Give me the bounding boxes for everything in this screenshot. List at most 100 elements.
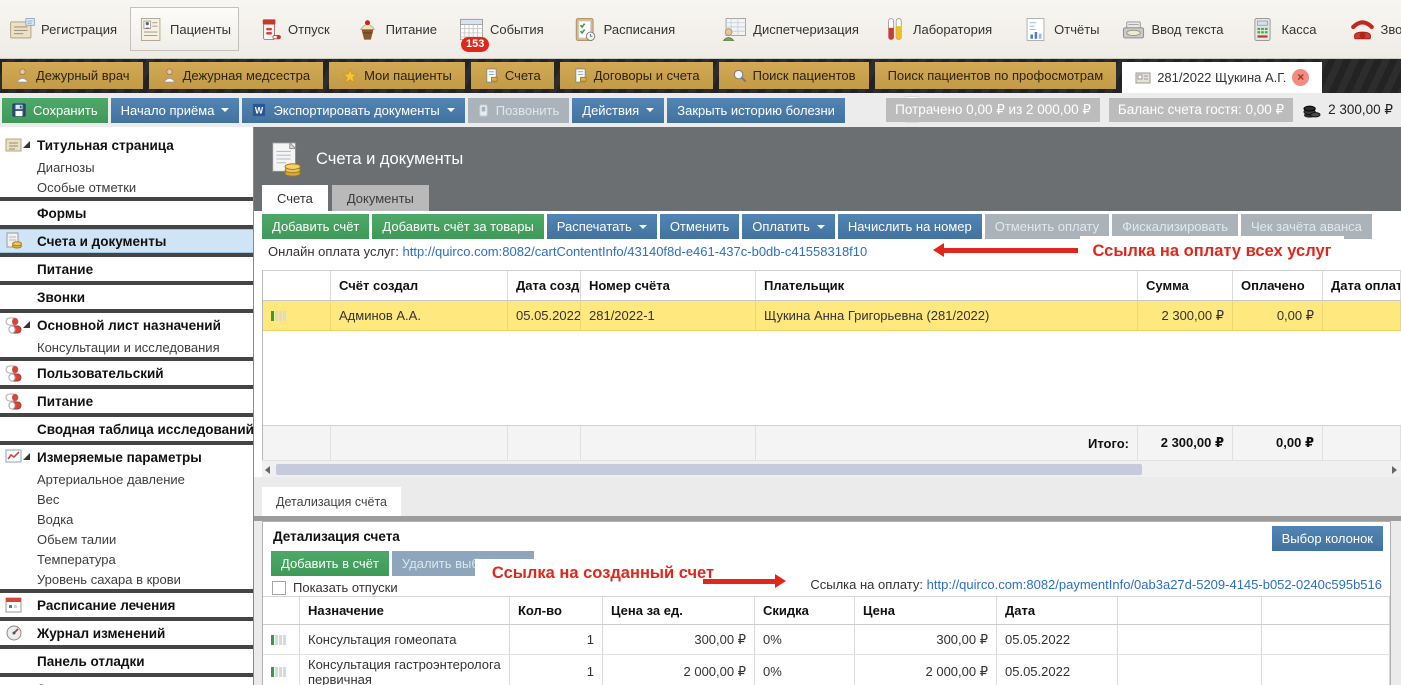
scroll-right-icon[interactable] xyxy=(1392,466,1397,474)
topbar-item-registration[interactable]: Регистрация xyxy=(2,7,124,51)
column-header-date[interactable]: Дата xyxy=(997,597,1118,624)
topbar-item-laboratory[interactable]: Лаборатория xyxy=(874,7,999,51)
sidebar-item-consultations[interactable]: Консультации и исследования xyxy=(0,337,253,357)
topbar-item-nutrition[interactable]: Питание xyxy=(347,7,444,51)
add-to-invoice-button[interactable]: Добавить в счёт xyxy=(271,551,389,576)
print-button[interactable]: Распечатать xyxy=(547,214,657,239)
tab-patient-record[interactable]: 281/2022 Щукина А.Г. xyxy=(1122,62,1322,93)
topbar-item-calls[interactable]: Звонки xyxy=(1342,7,1401,51)
sidebar-item-measured-params[interactable]: Измеряемые параметры xyxy=(0,445,253,469)
total-spacer xyxy=(508,426,581,460)
call-button[interactable]: Позвонить xyxy=(468,98,570,123)
sidebar-item-debug-panel[interactable]: Панель отладки xyxy=(0,649,253,673)
sidebar-item-weight[interactable]: Вес xyxy=(0,489,253,509)
sidebar-item-invoices-documents[interactable]: Счета и документы xyxy=(0,229,253,253)
invoice-row[interactable]: Админов А.А. 05.05.2022 281/2022-1 Щукин… xyxy=(263,301,1401,331)
column-header-discount[interactable]: Скидка xyxy=(755,597,855,624)
sidebar-item-nutrition[interactable]: Питание xyxy=(0,257,253,281)
topbar-item-dispatch[interactable]: Диспетчеризация xyxy=(714,7,866,51)
column-header-created-by[interactable]: Счёт создал xyxy=(331,271,508,300)
add-goods-invoice-button[interactable]: Добавить счёт за товары xyxy=(372,214,543,239)
item-service: Консультация гастроэнтеролога первичная xyxy=(300,655,510,685)
save-button[interactable]: Сохранить xyxy=(2,98,108,123)
tab-invoice-detail[interactable]: Детализация счёта xyxy=(262,487,401,516)
column-header-status[interactable] xyxy=(263,597,300,624)
annotation-arrow-left xyxy=(944,248,1078,253)
topbar-item-vacation[interactable]: Отпуск xyxy=(249,7,337,51)
topbar-item-label: Лаборатория xyxy=(913,22,992,37)
tab-invoices[interactable]: Счета xyxy=(471,62,554,89)
sidebar-item-blood-pressure[interactable]: Артериальное давление xyxy=(0,469,253,489)
tab-documents-inner[interactable]: Документы xyxy=(332,185,429,211)
column-header-created-date[interactable]: Дата создания xyxy=(508,271,581,300)
topbar-item-schedules[interactable]: Расписания xyxy=(565,7,682,51)
topbar-item-events[interactable]: 153 События xyxy=(451,7,551,51)
pay-button[interactable]: Оплатить xyxy=(742,214,835,239)
tab-duty-nurse[interactable]: Дежурная медсестра xyxy=(149,62,324,89)
tab-patient-search-profosmotr[interactable]: Поиск пациентов по профосмотрам xyxy=(875,62,1117,89)
add-invoice-button[interactable]: Добавить счёт xyxy=(262,214,369,239)
sidebar-item-treatment-schedule[interactable]: Расписание лечения xyxy=(0,593,253,617)
start-reception-button[interactable]: Начало приёма xyxy=(111,98,240,123)
sidebar-item-forms[interactable]: Формы xyxy=(0,201,253,225)
scrollbar-thumb[interactable] xyxy=(276,464,1142,475)
sidebar-item-custom[interactable]: Пользовательский xyxy=(0,361,253,385)
sidebar-item-waist[interactable]: Обьем талии xyxy=(0,529,253,549)
sidebar-item-temperature[interactable]: Температура xyxy=(0,549,253,569)
sidebar-item-blood-sugar[interactable]: Уровень сахара в крови xyxy=(0,569,253,589)
schedules-icon xyxy=(572,16,599,43)
actions-button[interactable]: Действия xyxy=(572,98,664,123)
show-vacations-checkbox[interactable] xyxy=(272,581,286,595)
column-header-service[interactable]: Назначение xyxy=(300,597,510,624)
sidebar-item-title-page[interactable]: Титульная страница xyxy=(0,133,253,157)
close-tab-icon[interactable] xyxy=(1292,69,1309,86)
column-header-status[interactable] xyxy=(263,271,331,300)
horizontal-scrollbar[interactable] xyxy=(262,460,1401,477)
choose-columns-button[interactable]: Выбор колонок xyxy=(1272,526,1383,551)
topbar-item-label: Отчёты xyxy=(1054,22,1099,37)
tab-my-patients[interactable]: Мои пациенты xyxy=(329,62,465,89)
column-header-qty[interactable]: Кол-во xyxy=(510,597,603,624)
column-header-paid-date[interactable]: Дата оплаты xyxy=(1323,271,1401,300)
cancel-invoice-button[interactable]: Отменить xyxy=(660,214,739,239)
sidebar-item-nutrition-2[interactable]: Питание xyxy=(0,389,253,413)
item-row[interactable]: Консультация гастроэнтеролога первичная … xyxy=(263,655,1390,685)
sidebar-item-diagnoses[interactable]: Диагнозы xyxy=(0,157,253,177)
topbar-item-reports[interactable]: Отчёты xyxy=(1015,7,1106,51)
tab-label: Поиск пациентов xyxy=(753,68,856,83)
sidebar-item-label: Питание xyxy=(37,262,93,277)
charge-to-number-button[interactable]: Начислить на номер xyxy=(838,214,982,239)
column-header-payer[interactable]: Плательщик xyxy=(756,271,1138,300)
sidebar-item-research-summary[interactable]: Сводная таблица исследований xyxy=(0,417,253,441)
topbar-item-text-entry[interactable]: Ввод текста xyxy=(1113,7,1231,51)
sidebar-item-calls[interactable]: Звонки xyxy=(0,285,253,309)
topbar-item-patients[interactable]: Пациенты xyxy=(130,7,239,51)
column-header-sum[interactable]: Сумма xyxy=(1138,271,1233,300)
item-row[interactable]: Консультация гомеопата 1 300,00 ₽ 0% 300… xyxy=(263,625,1390,655)
column-header-number[interactable]: Номер счёта xyxy=(581,271,756,300)
tab-patient-search[interactable]: Поиск пациентов xyxy=(719,62,869,89)
online-payment-link[interactable]: http://quirco.com:8082/cartContentInfo/4… xyxy=(403,244,868,259)
topbar-item-cashier[interactable]: Касса xyxy=(1242,7,1323,51)
annotation-arrow-right xyxy=(703,579,775,584)
dispatch-icon xyxy=(721,16,748,43)
sidebar-item-prescription-sheet[interactable]: Основной лист назначений xyxy=(0,313,253,337)
column-header-price[interactable]: Цена xyxy=(855,597,997,624)
sidebar-item-vodka[interactable]: Водка xyxy=(0,509,253,529)
export-documents-button[interactable]: W Экспортировать документы xyxy=(242,98,464,123)
tab-duty-doctor[interactable]: Дежурный врач xyxy=(2,62,143,89)
guest-balance-badge: Баланс счета гостя: 0,00 ₽ xyxy=(1109,98,1293,122)
column-header-paid[interactable]: Оплачено xyxy=(1233,271,1323,300)
sidebar-item-change-log[interactable]: Журнал изменений xyxy=(0,621,253,645)
sidebar-item-label: Водка xyxy=(37,512,73,527)
invoice-payment-link[interactable]: http://quirco.com:8082/paymentInfo/0ab3a… xyxy=(927,577,1382,592)
scroll-left-icon[interactable] xyxy=(265,466,270,474)
sidebar-item-special-marks[interactable]: Особые отметки xyxy=(0,177,253,197)
close-history-button[interactable]: Закрыть историю болезни xyxy=(667,98,845,123)
tab-invoices-inner[interactable]: Счета xyxy=(262,185,328,211)
column-header-unit-price[interactable]: Цена за ед. xyxy=(603,597,755,624)
item-discount: 0% xyxy=(755,655,855,685)
status-bars-icon xyxy=(271,667,286,677)
sidebar-item-notes[interactable]: Заметки xyxy=(0,677,253,685)
tab-contracts-invoices[interactable]: Договоры и счета xyxy=(560,62,713,89)
